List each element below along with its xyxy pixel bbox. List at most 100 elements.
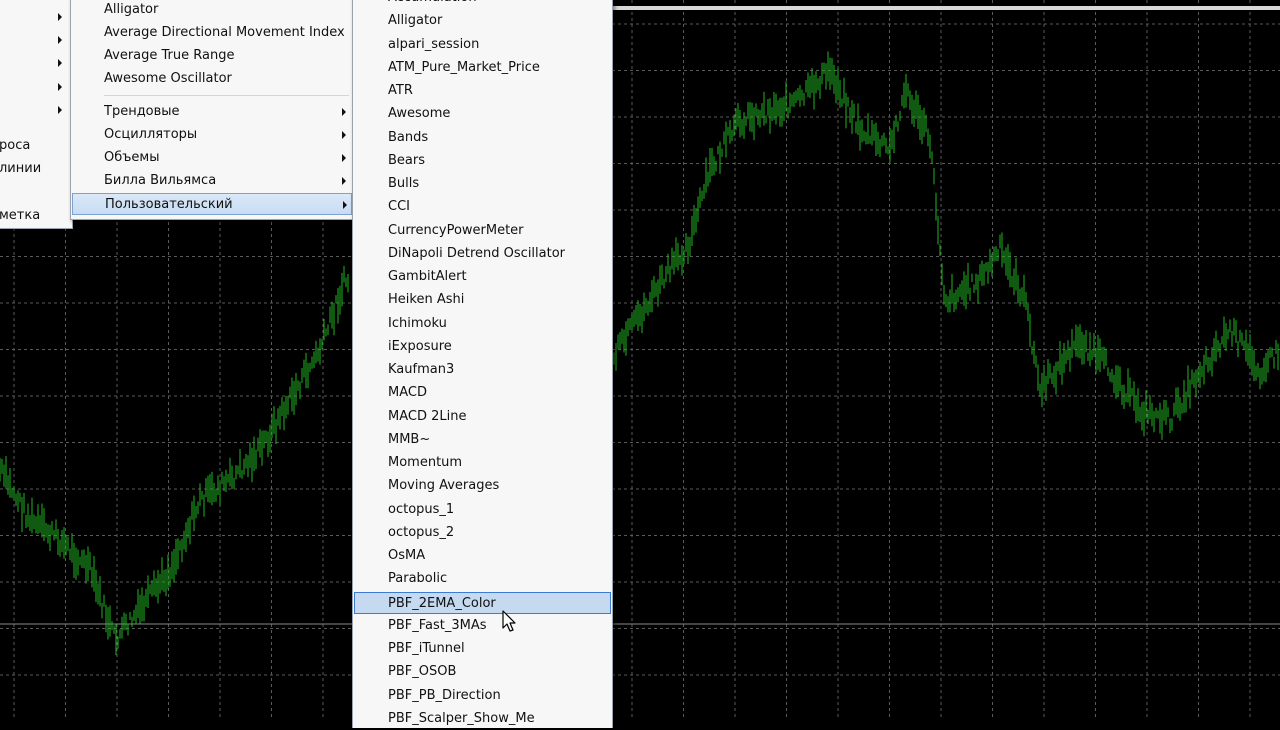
custom-menu-item[interactable]: Awesome bbox=[354, 103, 611, 125]
custom-menu-item[interactable]: MACD bbox=[354, 382, 611, 404]
menu-item-label: alpari_session bbox=[388, 36, 480, 52]
menu-item-volumes[interactable]: Объемы bbox=[71, 147, 353, 169]
custom-menu-item[interactable]: octopus_2 bbox=[354, 522, 611, 544]
custom-menu-item[interactable]: Bulls bbox=[354, 173, 611, 195]
menu-item-label: Alligator bbox=[388, 13, 443, 29]
custom-menu-item-selected[interactable]: PBF_2EMA_Color bbox=[354, 591, 611, 614]
menu-item-atr[interactable]: Average True Range bbox=[71, 45, 353, 67]
menu-item-label: Heiken Ashi bbox=[388, 292, 465, 308]
menu-item-adx[interactable]: Average Directional Movement Index bbox=[71, 22, 353, 44]
custom-menu-item[interactable]: DiNapoli Detrend Oscillator bbox=[354, 243, 611, 265]
menu-item-label: PBF_OSOB bbox=[388, 664, 457, 680]
custom-menu-item[interactable]: PBF_OSOB bbox=[354, 661, 611, 683]
custom-menu-item[interactable]: ATM_Pure_Market_Price bbox=[354, 57, 611, 79]
custom-menu-item[interactable]: ATR bbox=[354, 80, 611, 102]
menu-separator bbox=[104, 95, 349, 96]
menu-item-label: Пользовательский bbox=[105, 197, 233, 212]
chevron-right-icon bbox=[342, 154, 346, 162]
menu-item-label: Awesome Oscillator bbox=[104, 71, 232, 86]
custom-menu-item[interactable]: Moving Averages bbox=[354, 475, 611, 497]
menu-item-label: метка bbox=[0, 208, 41, 223]
mouse-cursor-icon bbox=[502, 610, 516, 632]
menu-item-label: PBF_iTunnel bbox=[388, 641, 465, 656]
menu-item-label: Momentum bbox=[388, 455, 463, 470]
menu-item-label: Kaufman3 bbox=[388, 362, 455, 377]
custom-menu-item[interactable]: MACD 2Line bbox=[354, 406, 611, 428]
chevron-right-icon bbox=[342, 131, 346, 139]
custom-menu-item[interactable]: MMB~ bbox=[354, 429, 611, 451]
custom-menu-item[interactable]: Heiken Ashi bbox=[354, 289, 611, 311]
menu-item-oscillators[interactable]: Осцилляторы bbox=[71, 124, 353, 146]
menu-item-trend[interactable]: Трендовые bbox=[71, 101, 353, 123]
chevron-right-icon bbox=[343, 201, 347, 209]
custom-menu-item[interactable]: PBF_Fast_3MAs bbox=[354, 615, 611, 637]
menu-item-alligator[interactable]: Alligator bbox=[71, 0, 353, 21]
custom-menu-item[interactable]: Parabolic bbox=[354, 568, 611, 590]
custom-menu-item[interactable]: CurrencyPowerMeter bbox=[354, 220, 611, 242]
menu-item-label: Accumulation bbox=[388, 0, 477, 9]
custom-menu-item[interactable]: Ichimoku bbox=[354, 313, 611, 335]
custom-menu-item[interactable]: GambitAlert bbox=[354, 266, 611, 288]
chevron-right-icon bbox=[342, 108, 346, 116]
chevron-right-icon bbox=[58, 59, 62, 67]
menu-item-label: Bears bbox=[388, 152, 426, 168]
custom-menu-item[interactable]: Bands bbox=[354, 127, 611, 149]
menu-item-label: PBF_2EMA_Color bbox=[388, 595, 496, 611]
chevron-right-icon bbox=[58, 36, 62, 44]
menu-item-label: GambitAlert bbox=[388, 269, 467, 284]
menu-item-label: Moving Averages bbox=[388, 478, 500, 494]
menu-item-label: PBF_PB_Direction bbox=[388, 687, 501, 703]
custom-menu-item[interactable]: Kaufman3 bbox=[354, 359, 611, 381]
menu-item-label: Ichimoku bbox=[388, 315, 447, 331]
custom-menu-item[interactable]: PBF_Scalper_Show_Me bbox=[354, 708, 611, 730]
menu-item-label: CurrencyPowerMeter bbox=[388, 222, 524, 238]
menu-item-label: OsMA bbox=[388, 548, 426, 563]
menu-item-label: MACD bbox=[388, 385, 427, 401]
menu-item-label: Average True Range bbox=[104, 48, 235, 63]
custom-menu-item[interactable]: OsMA bbox=[354, 545, 611, 567]
menu-item-label: Alligator bbox=[104, 2, 159, 17]
menu-item-label: MACD 2Line bbox=[388, 408, 467, 424]
menu-item-label: ATM_Pure_Market_Price bbox=[388, 59, 540, 75]
custom-menu-item[interactable]: iExposure bbox=[354, 336, 611, 358]
menu-item-label: Bands bbox=[388, 129, 429, 145]
menu-item-label-mark[interactable]: метка bbox=[0, 205, 72, 227]
menu-item-label: Parabolic bbox=[388, 571, 448, 587]
custom-menu-item[interactable]: alpari_session bbox=[354, 34, 611, 56]
custom-menu-item[interactable]: CCI bbox=[354, 196, 611, 218]
menu-item-label: octopus_1 bbox=[388, 501, 455, 517]
menu-item-roса[interactable]: роса bbox=[0, 135, 72, 157]
menu-item-label: линии bbox=[0, 161, 42, 176]
menu-item-custom[interactable]: Пользовательский bbox=[72, 193, 352, 215]
menu-item-label: Awesome bbox=[388, 106, 451, 122]
menu-item-label: ATR bbox=[388, 83, 413, 98]
custom-menu-item[interactable]: Accumulation bbox=[354, 0, 611, 9]
menu-item-label: Билла Вильямса bbox=[104, 173, 217, 188]
menu-item-label: octopus_2 bbox=[388, 524, 455, 540]
menu-item-label: PBF_Fast_3MAs bbox=[388, 617, 487, 633]
chart-window-border bbox=[612, 6, 1280, 10]
custom-indicators-menu: Accumulation Alligator alpari_session ATM_P… bbox=[352, 0, 613, 728]
custom-menu-item[interactable]: octopus_1 bbox=[354, 499, 611, 521]
custom-menu-item[interactable]: Momentum bbox=[354, 452, 611, 474]
custom-menu-item[interactable]: PBF_iTunnel bbox=[354, 638, 611, 660]
menu-item-label: CCI bbox=[388, 199, 410, 215]
menu-item-bill-williams[interactable]: Билла Вильямса bbox=[71, 170, 353, 192]
chevron-right-icon bbox=[58, 106, 62, 114]
menu-item-label: iExposure bbox=[388, 338, 452, 354]
custom-menu-item[interactable]: Bears bbox=[354, 150, 611, 172]
menu-item-label: роса bbox=[0, 138, 31, 153]
menu-item-label: DiNapoli Detrend Oscillator bbox=[388, 245, 566, 261]
menu-item-label: Трендовые bbox=[104, 104, 180, 119]
menu-item-label: Average Directional Movement Index bbox=[104, 25, 345, 40]
menu-item-awesome-oscillator[interactable]: Awesome Oscillator bbox=[71, 68, 353, 90]
menu-item-label: Осцилляторы bbox=[104, 127, 198, 142]
menu-item-label: Bulls bbox=[388, 176, 420, 191]
menu-item-label: Объемы bbox=[104, 150, 160, 165]
menu-item-label: PBF_Scalper_Show_Me bbox=[388, 710, 535, 726]
custom-menu-item[interactable]: PBF_PB_Direction bbox=[354, 685, 611, 707]
menu-item-label: MMB~ bbox=[388, 431, 431, 447]
custom-menu-item[interactable]: Alligator bbox=[354, 10, 611, 32]
left-context-menu: роса линии метка bbox=[0, 0, 73, 229]
menu-item-lines[interactable]: линии bbox=[0, 158, 72, 180]
